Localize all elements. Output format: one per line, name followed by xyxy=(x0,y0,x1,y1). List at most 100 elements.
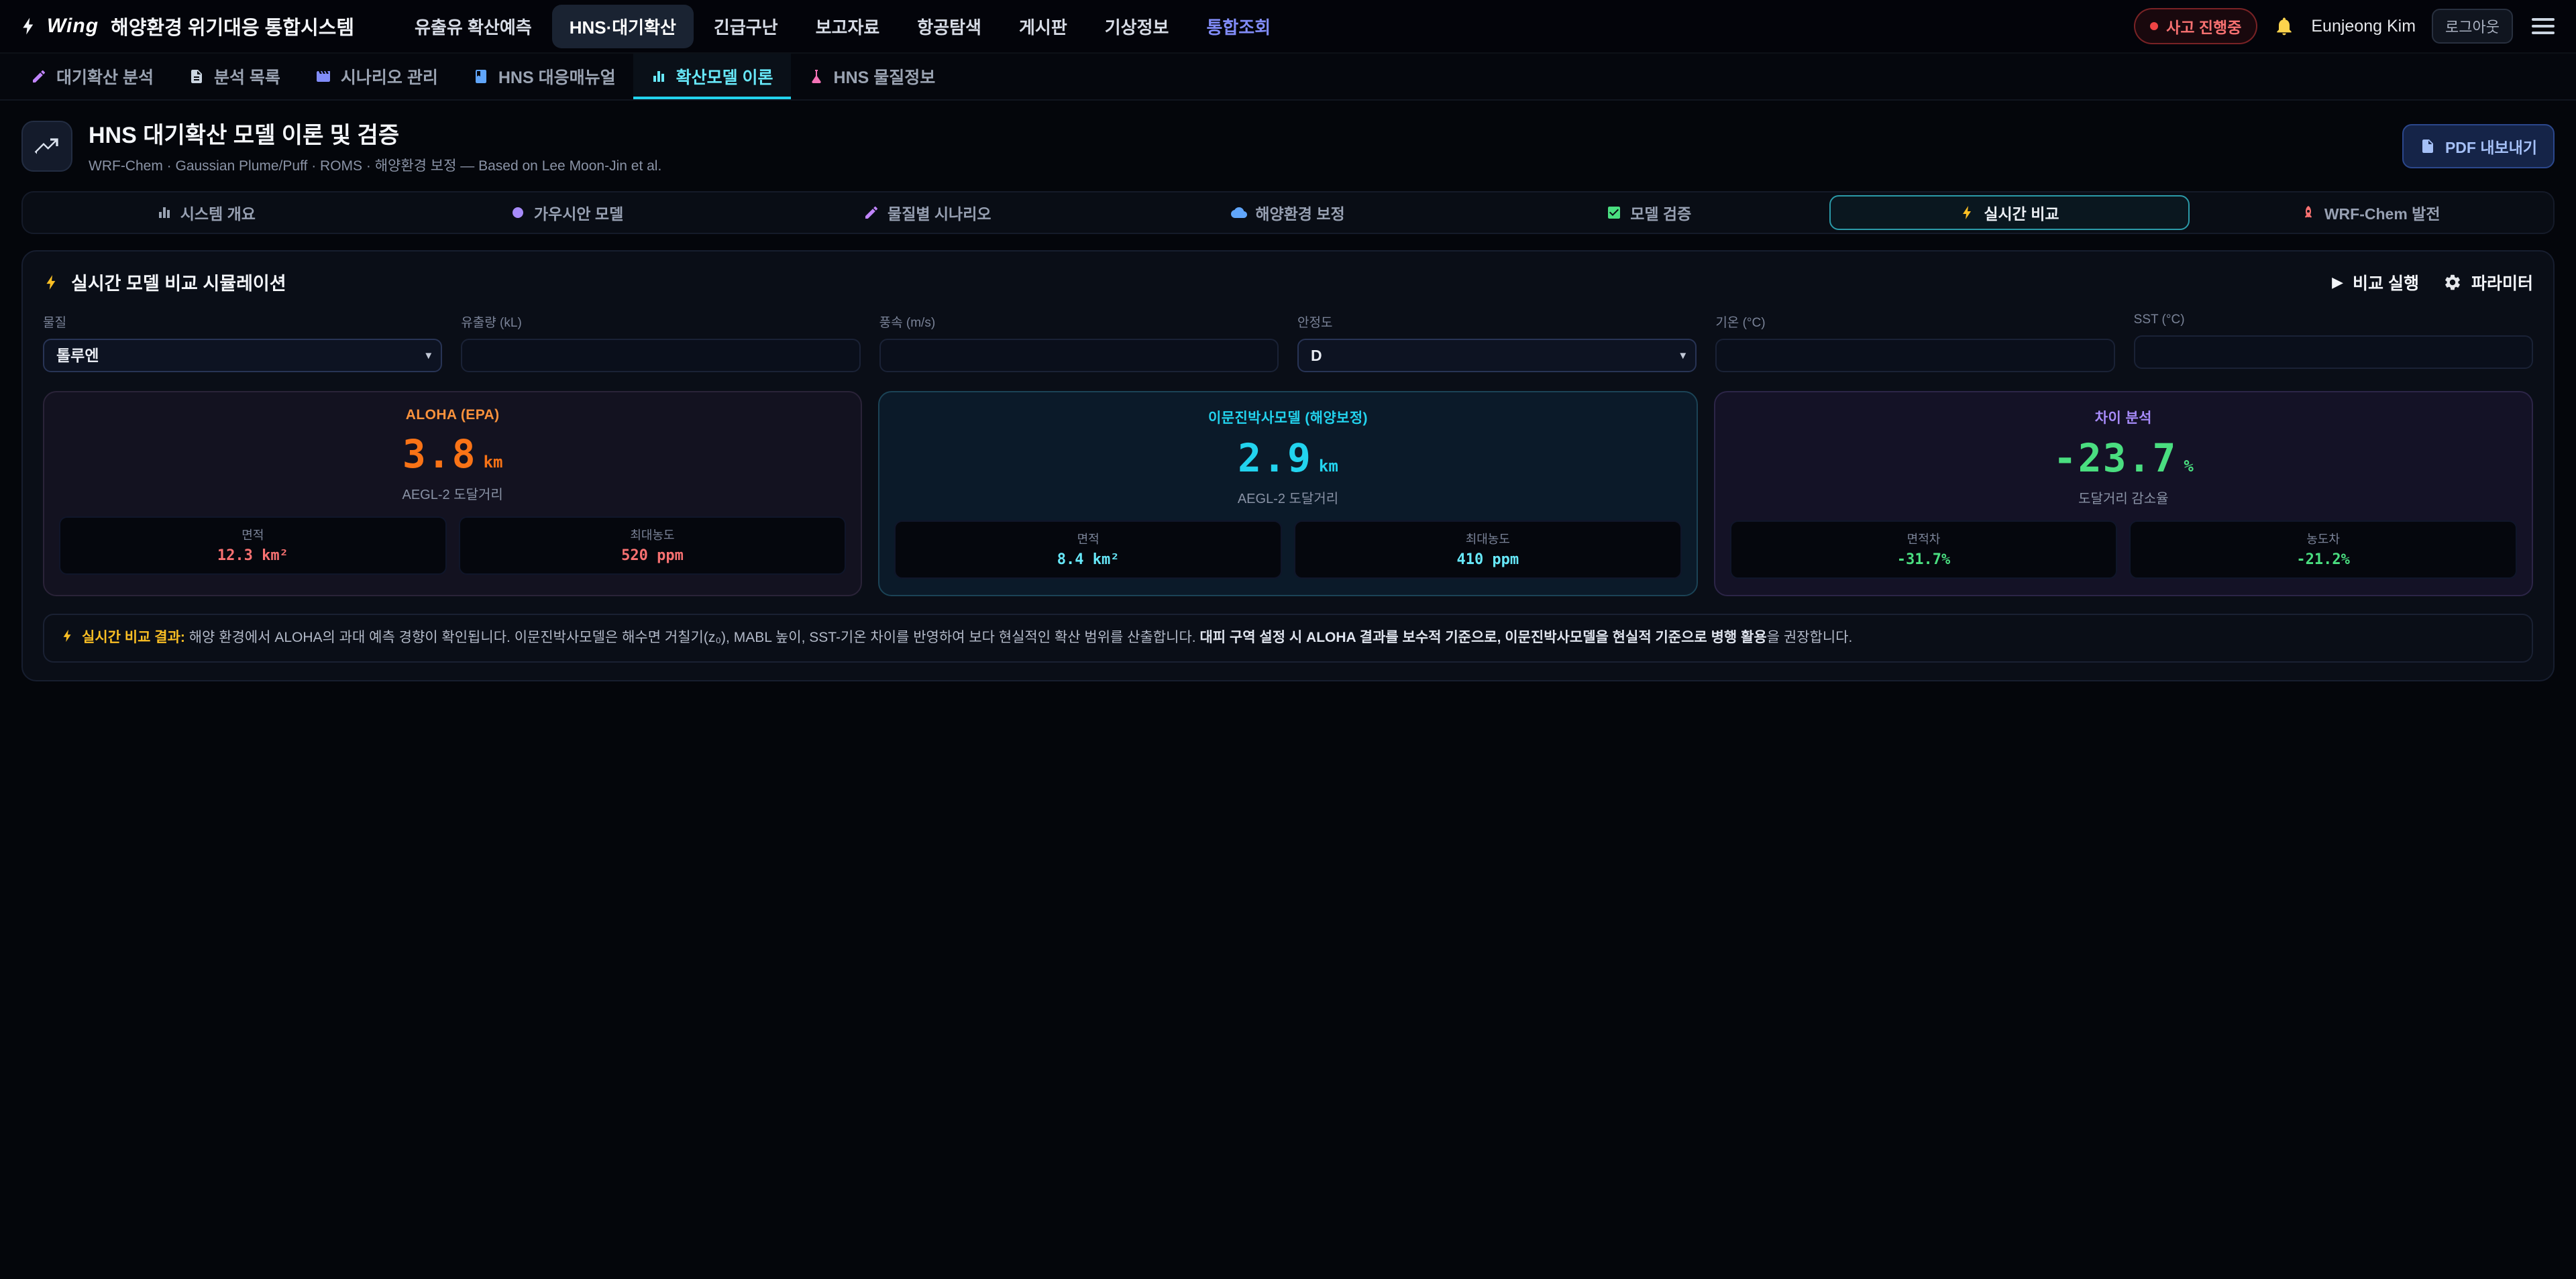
brand[interactable]: Wing 해양환경 위기대응 통합시스템 xyxy=(19,12,354,40)
nav-item-oil-spill[interactable]: 유출유 확산예측 xyxy=(397,5,549,48)
panel-title: 실시간 모델 비교 시뮬레이션 xyxy=(71,269,286,295)
spill-amount-input[interactable] xyxy=(461,339,860,372)
card-value: -23.7% xyxy=(1730,435,2517,481)
card-value: 3.8km xyxy=(59,431,846,477)
overview-chart-icon xyxy=(156,205,172,221)
app-root: Wing 해양환경 위기대응 통합시스템 유출유 확산예측 HNS·대기확산 긴… xyxy=(0,0,2576,681)
book-icon xyxy=(473,68,489,85)
card-caption: AEGL-2 도달거리 xyxy=(894,488,1681,507)
subnav-label: 시스템 개요 xyxy=(180,201,256,224)
field-wind-speed: 풍속 (m/s) xyxy=(879,313,1279,372)
page-icon-tile xyxy=(21,121,72,172)
tab-scenario-management[interactable]: 시나리오 관리 xyxy=(298,54,455,99)
logout-button[interactable]: 로그아웃 xyxy=(2432,9,2513,44)
nav-item-weather[interactable]: 기상정보 xyxy=(1087,5,1187,48)
gear-icon xyxy=(2443,273,2462,292)
main-nav: 유출유 확산예측 HNS·대기확산 긴급구난 보고자료 항공탐색 게시판 기상정… xyxy=(397,5,1288,48)
substance-select[interactable]: 톨루엔 xyxy=(43,339,442,372)
stat-value: 410 ppm xyxy=(1303,551,1672,568)
stat-value: 12.3 km² xyxy=(68,547,437,564)
card-stats: 면적 12.3 km² 최대농도 520 ppm xyxy=(59,516,846,575)
topbar: Wing 해양환경 위기대응 통합시스템 유출유 확산예측 HNS·대기확산 긴… xyxy=(0,0,2576,54)
nav-item-integrated-search[interactable]: 통합조회 xyxy=(1189,5,1288,48)
lightning-icon xyxy=(60,628,75,643)
stat-label: 면적 xyxy=(904,530,1273,547)
card-caption: 도달거리 감소율 xyxy=(1730,488,2517,507)
wind-speed-input[interactable] xyxy=(879,339,1279,372)
sst-input[interactable] xyxy=(2134,335,2533,369)
aloha-result-card: ALOHA (EPA) 3.8km AEGL-2 도달거리 면적 12.3 km… xyxy=(43,391,862,596)
subnav-substance-scenarios[interactable]: 물질별 시나리오 xyxy=(747,195,1108,230)
chart-icon xyxy=(651,68,667,85)
circle-icon xyxy=(510,205,526,221)
incident-status-badge: 사고 진행중 xyxy=(2134,8,2257,44)
subnav-realtime-comparison[interactable]: 실시간 비교 xyxy=(1829,195,2190,230)
card-caption: AEGL-2 도달거리 xyxy=(59,484,846,503)
field-air-temp: 기온 (°C) xyxy=(1715,313,2114,372)
card-title: ALOHA (EPA) xyxy=(59,407,846,423)
nav-item-aerial-search[interactable]: 항공탐색 xyxy=(900,5,999,48)
note-emphasis: 대피 구역 설정 시 ALOHA 결과를 보수적 기준으로, 이문진박사모델을 … xyxy=(1199,630,1766,645)
note-prefix: 실시간 비교 결과: xyxy=(82,630,185,645)
menu-icon[interactable] xyxy=(2529,13,2557,40)
panel-header: 실시간 모델 비교 시뮬레이션 ▶ 비교 실행 파라미터 xyxy=(43,269,2533,295)
stat-max-concentration: 최대농도 410 ppm xyxy=(1294,520,1682,579)
field-substance: 물질 톨루엔 ▾ xyxy=(43,313,442,372)
cloud-icon xyxy=(1231,205,1247,221)
page-subtitle: WRF-Chem · Gaussian Plume/Puff · ROMS · … xyxy=(89,155,661,175)
field-label: 기온 (°C) xyxy=(1715,313,2114,331)
run-comparison-button[interactable]: ▶ 비교 실행 xyxy=(2332,270,2419,294)
subnav-label: 모델 검증 xyxy=(1630,201,1691,224)
card-unit: km xyxy=(484,453,503,471)
field-label: 유출량 (kL) xyxy=(461,313,860,331)
nav-item-board[interactable]: 게시판 xyxy=(1002,5,1085,48)
subnav-gaussian-model[interactable]: 가우시안 모델 xyxy=(386,195,747,230)
tab-label: 시나리오 관리 xyxy=(341,64,438,89)
tab-atmospheric-analysis[interactable]: 대기확산 분석 xyxy=(13,54,171,99)
topbar-right: 사고 진행중 Eunjeong Kim 로그아웃 xyxy=(2134,8,2557,44)
pdf-export-button[interactable]: PDF 내보내기 xyxy=(2402,124,2555,168)
tab-analysis-list[interactable]: 분석 목록 xyxy=(171,54,298,99)
app-title: 해양환경 위기대응 통합시스템 xyxy=(111,12,354,40)
page-header: HNS 대기확산 모델 이론 및 검증 WRF-Chem · Gaussian … xyxy=(0,101,2576,188)
parameters-button[interactable]: 파라미터 xyxy=(2443,270,2533,294)
card-stats: 면적차 -31.7% 농도차 -21.2% xyxy=(1730,520,2517,579)
lightning-icon xyxy=(1960,205,1976,221)
field-stability: 안정도 D ▾ xyxy=(1297,313,1697,372)
nav-item-reports[interactable]: 보고자료 xyxy=(798,5,898,48)
field-label: 풍속 (m/s) xyxy=(879,313,1279,331)
tab-hns-substance-info[interactable]: HNS 물질정보 xyxy=(791,54,953,99)
subnav-system-overview[interactable]: 시스템 개요 xyxy=(25,195,386,230)
stability-select[interactable]: D xyxy=(1297,339,1697,372)
note-body-end: 을 권장합니다. xyxy=(1767,630,1853,645)
tab-label: HNS 대응매뉴얼 xyxy=(498,64,616,89)
subnav-marine-correction[interactable]: 해양환경 보정 xyxy=(1108,195,1468,230)
stat-value: -31.7% xyxy=(1739,551,2108,568)
user-name: Eunjeong Kim xyxy=(2311,17,2416,36)
stat-label: 농도차 xyxy=(2139,530,2508,547)
nav-item-hns-atmospheric[interactable]: HNS·대기확산 xyxy=(552,5,694,48)
incident-dot-icon xyxy=(2150,22,2158,30)
air-temp-input[interactable] xyxy=(1715,339,2114,372)
tab-hns-response-manual[interactable]: HNS 대응매뉴얼 xyxy=(455,54,633,99)
card-unit: km xyxy=(1319,457,1338,476)
nav-item-emergency-rescue[interactable]: 긴급구난 xyxy=(696,5,796,48)
parameters-label: 파라미터 xyxy=(2471,270,2533,294)
section-subnav: 시스템 개요 가우시안 모델 물질별 시나리오 해양환경 보정 모델 검증 실시… xyxy=(21,191,2555,234)
stat-label: 최대농도 xyxy=(468,526,837,543)
subnav-label: WRF-Chem 발전 xyxy=(2324,201,2440,224)
brand-lightning-icon xyxy=(19,16,39,36)
subnav-label: 가우시안 모델 xyxy=(534,201,623,224)
notification-bell-icon[interactable] xyxy=(2273,15,2295,37)
stat-label: 최대농도 xyxy=(1303,530,1672,547)
lightning-icon xyxy=(43,274,60,291)
stat-area-diff: 면적차 -31.7% xyxy=(1730,520,2118,579)
subnav-wrf-chem[interactable]: WRF-Chem 발전 xyxy=(2190,195,2551,230)
simulation-panel: 실시간 모델 비교 시뮬레이션 ▶ 비교 실행 파라미터 물질 톨루엔 ▾ xyxy=(21,250,2555,681)
stat-max-concentration: 최대농도 520 ppm xyxy=(459,516,847,575)
card-title: 차이 분석 xyxy=(1730,407,2517,427)
subnav-model-validation[interactable]: 모델 검증 xyxy=(1468,195,1829,230)
tab-label: HNS 물질정보 xyxy=(834,64,936,89)
stat-area: 면적 12.3 km² xyxy=(59,516,447,575)
tab-diffusion-model-theory[interactable]: 확산모델 이론 xyxy=(633,54,791,99)
